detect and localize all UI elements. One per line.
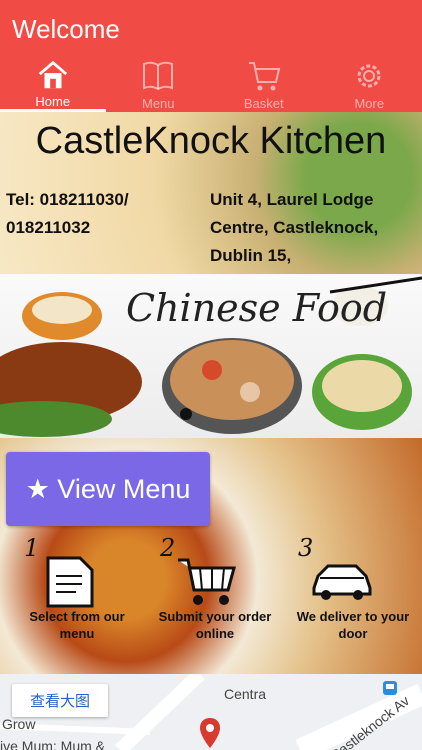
map-label-grow: Grow bbox=[2, 716, 36, 732]
step-number-1: 1 bbox=[24, 534, 40, 562]
step-number-3: 3 bbox=[298, 534, 314, 562]
app-header: Welcome Home Menu Basket More bbox=[0, 0, 422, 112]
tab-menu-label: Menu bbox=[141, 96, 175, 111]
page-title: Welcome bbox=[12, 14, 120, 44]
tab-more[interactable]: More bbox=[317, 56, 422, 112]
menu-book-icon bbox=[143, 61, 174, 91]
banner-title: Chinese Food bbox=[126, 286, 388, 330]
gear-icon bbox=[357, 64, 381, 88]
restaurant-name: CastleKnock Kitchen bbox=[35, 120, 387, 162]
step-2-text: Submit your order online bbox=[158, 609, 272, 641]
map-pin-icon[interactable] bbox=[198, 716, 222, 750]
restaurant-address: Unit 4, Laurel Lodge Centre, Castleknock… bbox=[210, 190, 379, 265]
tab-home[interactable]: Home bbox=[0, 56, 106, 112]
how-it-works-section: ★ View Menu 1 Select from our menu 2 Sub… bbox=[0, 438, 422, 674]
shopping-cart-icon bbox=[178, 558, 236, 605]
car-icon bbox=[312, 564, 372, 600]
tab-home-label: Home bbox=[35, 94, 71, 109]
home-icon bbox=[38, 60, 67, 89]
tab-more-label: More bbox=[354, 96, 385, 111]
bus-stop-icon bbox=[383, 681, 397, 695]
tab-basket-label: Basket bbox=[243, 96, 284, 111]
document-icon bbox=[46, 556, 94, 608]
view-large-map-button[interactable]: 查看大图 bbox=[12, 684, 109, 717]
location-map[interactable]: 查看大图 Centra Grow ive Mum: Mum & Castlekn… bbox=[0, 674, 422, 750]
food-banner: Chinese Food bbox=[0, 274, 422, 438]
view-menu-button[interactable]: ★ View Menu bbox=[6, 452, 210, 526]
restaurant-info: CastleKnock Kitchen Tel: 018211030/ 0182… bbox=[0, 112, 422, 274]
step-3-text: We deliver to your door bbox=[296, 609, 410, 641]
restaurant-phone[interactable]: Tel: 018211030/ 018211032 bbox=[6, 186, 186, 242]
map-label-centra: Centra bbox=[224, 686, 267, 702]
tab-basket[interactable]: Basket bbox=[211, 56, 317, 112]
tab-bar: Home Menu Basket More bbox=[0, 56, 422, 112]
basket-cart-icon bbox=[248, 62, 281, 91]
step-number-2: 2 bbox=[160, 534, 176, 562]
map-label-bottom: ive Mum: Mum & bbox=[0, 738, 106, 750]
tab-menu[interactable]: Menu bbox=[106, 56, 212, 112]
step-1-text: Select from our menu bbox=[29, 609, 125, 641]
